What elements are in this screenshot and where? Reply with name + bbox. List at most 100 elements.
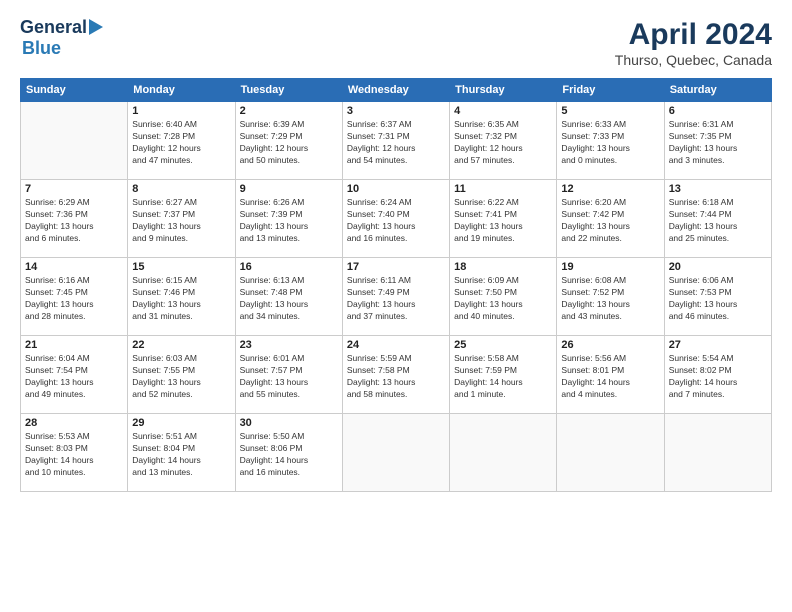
day-number: 3 xyxy=(347,105,445,117)
day-number: 11 xyxy=(454,183,552,195)
week-row-3: 21 Sunrise: 6:04 AM Sunset: 7:54 PM Dayli… xyxy=(21,336,772,414)
day-info: Sunrise: 5:53 AM Sunset: 8:03 PM Dayligh… xyxy=(25,431,123,479)
day-info: Sunrise: 5:50 AM Sunset: 8:06 PM Dayligh… xyxy=(240,431,338,479)
month-title: April 2024 xyxy=(615,18,772,52)
calendar-cell-w0-d1: 1Sunrise: 6:40 AM Sunset: 7:28 PM Daylig… xyxy=(128,102,235,180)
col-sunday: Sunday xyxy=(21,79,128,102)
day-info: Sunrise: 6:01 AM Sunset: 7:57 PM Dayligh… xyxy=(240,353,338,401)
calendar-cell-w1-d5: 12 Sunrise: 6:20 AM Sunset: 7:42 PM Dayli… xyxy=(557,180,664,258)
day-number: 20 xyxy=(669,261,767,273)
calendar-cell-w2-d1: 15 Sunrise: 6:15 AM Sunset: 7:46 PM Dayli… xyxy=(128,258,235,336)
day-info: Sunrise: 6:31 AM Sunset: 7:35 PM Dayligh… xyxy=(669,119,767,167)
calendar-cell-w3-d3: 24 Sunrise: 5:59 AM Sunset: 7:58 PM Dayli… xyxy=(342,336,449,414)
week-row-2: 14Sunrise: 6:16 AM Sunset: 7:45 PM Dayli… xyxy=(21,258,772,336)
calendar-cell-w3-d1: 22 Sunrise: 6:03 AM Sunset: 7:55 PM Dayli… xyxy=(128,336,235,414)
calendar-cell-w0-d2: 2Sunrise: 6:39 AM Sunset: 7:29 PM Daylig… xyxy=(235,102,342,180)
day-info: Sunrise: 6:22 AM Sunset: 7:41 PM Dayligh… xyxy=(454,197,552,245)
day-info: Sunrise: 5:56 AM Sunset: 8:01 PM Dayligh… xyxy=(561,353,659,401)
header: General Blue April 2024 Thurso, Quebec, … xyxy=(20,18,772,68)
day-number: 26 xyxy=(561,339,659,351)
calendar-cell-w4-d6 xyxy=(664,414,771,492)
day-number: 22 xyxy=(132,339,230,351)
calendar-cell-w4-d1: 29Sunrise: 5:51 AM Sunset: 8:04 PM Dayli… xyxy=(128,414,235,492)
day-number: 6 xyxy=(669,105,767,117)
day-info: Sunrise: 6:35 AM Sunset: 7:32 PM Dayligh… xyxy=(454,119,552,167)
col-monday: Monday xyxy=(128,79,235,102)
col-tuesday: Tuesday xyxy=(235,79,342,102)
day-number: 17 xyxy=(347,261,445,273)
week-row-4: 28Sunrise: 5:53 AM Sunset: 8:03 PM Dayli… xyxy=(21,414,772,492)
week-row-1: 7Sunrise: 6:29 AM Sunset: 7:36 PM Daylig… xyxy=(21,180,772,258)
calendar-cell-w4-d5 xyxy=(557,414,664,492)
day-info: Sunrise: 6:04 AM Sunset: 7:54 PM Dayligh… xyxy=(25,353,123,401)
calendar-cell-w4-d2: 30 Sunrise: 5:50 AM Sunset: 8:06 PM Dayli… xyxy=(235,414,342,492)
day-info: Sunrise: 6:09 AM Sunset: 7:50 PM Dayligh… xyxy=(454,275,552,323)
day-info: Sunrise: 6:24 AM Sunset: 7:40 PM Dayligh… xyxy=(347,197,445,245)
calendar-cell-w3-d2: 23Sunrise: 6:01 AM Sunset: 7:57 PM Dayli… xyxy=(235,336,342,414)
calendar-cell-w0-d4: 4 Sunrise: 6:35 AM Sunset: 7:32 PM Daylig… xyxy=(450,102,557,180)
day-number: 24 xyxy=(347,339,445,351)
page: General Blue April 2024 Thurso, Quebec, … xyxy=(0,0,792,612)
day-number: 12 xyxy=(561,183,659,195)
day-info: Sunrise: 6:39 AM Sunset: 7:29 PM Dayligh… xyxy=(240,119,338,167)
day-info: Sunrise: 5:59 AM Sunset: 7:58 PM Dayligh… xyxy=(347,353,445,401)
calendar-cell-w1-d3: 10 Sunrise: 6:24 AM Sunset: 7:40 PM Dayli… xyxy=(342,180,449,258)
calendar-cell-w1-d6: 13 Sunrise: 6:18 AM Sunset: 7:44 PM Dayli… xyxy=(664,180,771,258)
day-number: 5 xyxy=(561,105,659,117)
day-number: 27 xyxy=(669,339,767,351)
calendar-cell-w3-d6: 27Sunrise: 5:54 AM Sunset: 8:02 PM Dayli… xyxy=(664,336,771,414)
day-number: 8 xyxy=(132,183,230,195)
day-info: Sunrise: 5:58 AM Sunset: 7:59 PM Dayligh… xyxy=(454,353,552,401)
calendar-cell-w3-d5: 26 Sunrise: 5:56 AM Sunset: 8:01 PM Dayli… xyxy=(557,336,664,414)
day-info: Sunrise: 6:03 AM Sunset: 7:55 PM Dayligh… xyxy=(132,353,230,401)
day-info: Sunrise: 6:11 AM Sunset: 7:49 PM Dayligh… xyxy=(347,275,445,323)
day-number: 29 xyxy=(132,417,230,429)
calendar-cell-w2-d0: 14Sunrise: 6:16 AM Sunset: 7:45 PM Dayli… xyxy=(21,258,128,336)
calendar-cell-w3-d4: 25Sunrise: 5:58 AM Sunset: 7:59 PM Dayli… xyxy=(450,336,557,414)
day-info: Sunrise: 6:13 AM Sunset: 7:48 PM Dayligh… xyxy=(240,275,338,323)
calendar-cell-w4-d0: 28Sunrise: 5:53 AM Sunset: 8:03 PM Dayli… xyxy=(21,414,128,492)
calendar-cell-w1-d1: 8 Sunrise: 6:27 AM Sunset: 7:37 PM Daylig… xyxy=(128,180,235,258)
calendar-cell-w1-d0: 7Sunrise: 6:29 AM Sunset: 7:36 PM Daylig… xyxy=(21,180,128,258)
week-row-0: 1Sunrise: 6:40 AM Sunset: 7:28 PM Daylig… xyxy=(21,102,772,180)
col-wednesday: Wednesday xyxy=(342,79,449,102)
day-number: 21 xyxy=(25,339,123,351)
calendar-cell-w1-d4: 11 Sunrise: 6:22 AM Sunset: 7:41 PM Dayli… xyxy=(450,180,557,258)
day-info: Sunrise: 6:20 AM Sunset: 7:42 PM Dayligh… xyxy=(561,197,659,245)
calendar-cell-w0-d5: 5 Sunrise: 6:33 AM Sunset: 7:33 PM Daylig… xyxy=(557,102,664,180)
day-number: 16 xyxy=(240,261,338,273)
day-number: 30 xyxy=(240,417,338,429)
day-number: 18 xyxy=(454,261,552,273)
calendar-cell-w0-d3: 3 Sunrise: 6:37 AM Sunset: 7:31 PM Daylig… xyxy=(342,102,449,180)
calendar-cell-w0-d0 xyxy=(21,102,128,180)
title-block: April 2024 Thurso, Quebec, Canada xyxy=(615,18,772,68)
day-number: 9 xyxy=(240,183,338,195)
calendar-cell-w3-d0: 21 Sunrise: 6:04 AM Sunset: 7:54 PM Dayli… xyxy=(21,336,128,414)
calendar-cell-w1-d2: 9 Sunrise: 6:26 AM Sunset: 7:39 PM Daylig… xyxy=(235,180,342,258)
col-friday: Friday xyxy=(557,79,664,102)
day-info: Sunrise: 6:40 AM Sunset: 7:28 PM Dayligh… xyxy=(132,119,230,167)
day-number: 4 xyxy=(454,105,552,117)
day-info: Sunrise: 6:27 AM Sunset: 7:37 PM Dayligh… xyxy=(132,197,230,245)
day-number: 10 xyxy=(347,183,445,195)
calendar-cell-w4-d4 xyxy=(450,414,557,492)
logo: General Blue xyxy=(20,18,103,59)
day-info: Sunrise: 6:37 AM Sunset: 7:31 PM Dayligh… xyxy=(347,119,445,167)
calendar-table: Sunday Monday Tuesday Wednesday Thursday… xyxy=(20,78,772,492)
day-info: Sunrise: 6:16 AM Sunset: 7:45 PM Dayligh… xyxy=(25,275,123,323)
day-number: 19 xyxy=(561,261,659,273)
logo-arrow-icon xyxy=(89,19,103,35)
location-subtitle: Thurso, Quebec, Canada xyxy=(615,52,772,68)
day-info: Sunrise: 6:29 AM Sunset: 7:36 PM Dayligh… xyxy=(25,197,123,245)
day-info: Sunrise: 6:06 AM Sunset: 7:53 PM Dayligh… xyxy=(669,275,767,323)
day-info: Sunrise: 6:33 AM Sunset: 7:33 PM Dayligh… xyxy=(561,119,659,167)
day-info: Sunrise: 6:18 AM Sunset: 7:44 PM Dayligh… xyxy=(669,197,767,245)
day-info: Sunrise: 6:15 AM Sunset: 7:46 PM Dayligh… xyxy=(132,275,230,323)
col-saturday: Saturday xyxy=(664,79,771,102)
calendar-cell-w2-d2: 16 Sunrise: 6:13 AM Sunset: 7:48 PM Dayli… xyxy=(235,258,342,336)
logo-blue-text: Blue xyxy=(22,38,61,59)
day-number: 13 xyxy=(669,183,767,195)
calendar-cell-w0-d6: 6 Sunrise: 6:31 AM Sunset: 7:35 PM Daylig… xyxy=(664,102,771,180)
day-info: Sunrise: 6:26 AM Sunset: 7:39 PM Dayligh… xyxy=(240,197,338,245)
day-number: 15 xyxy=(132,261,230,273)
